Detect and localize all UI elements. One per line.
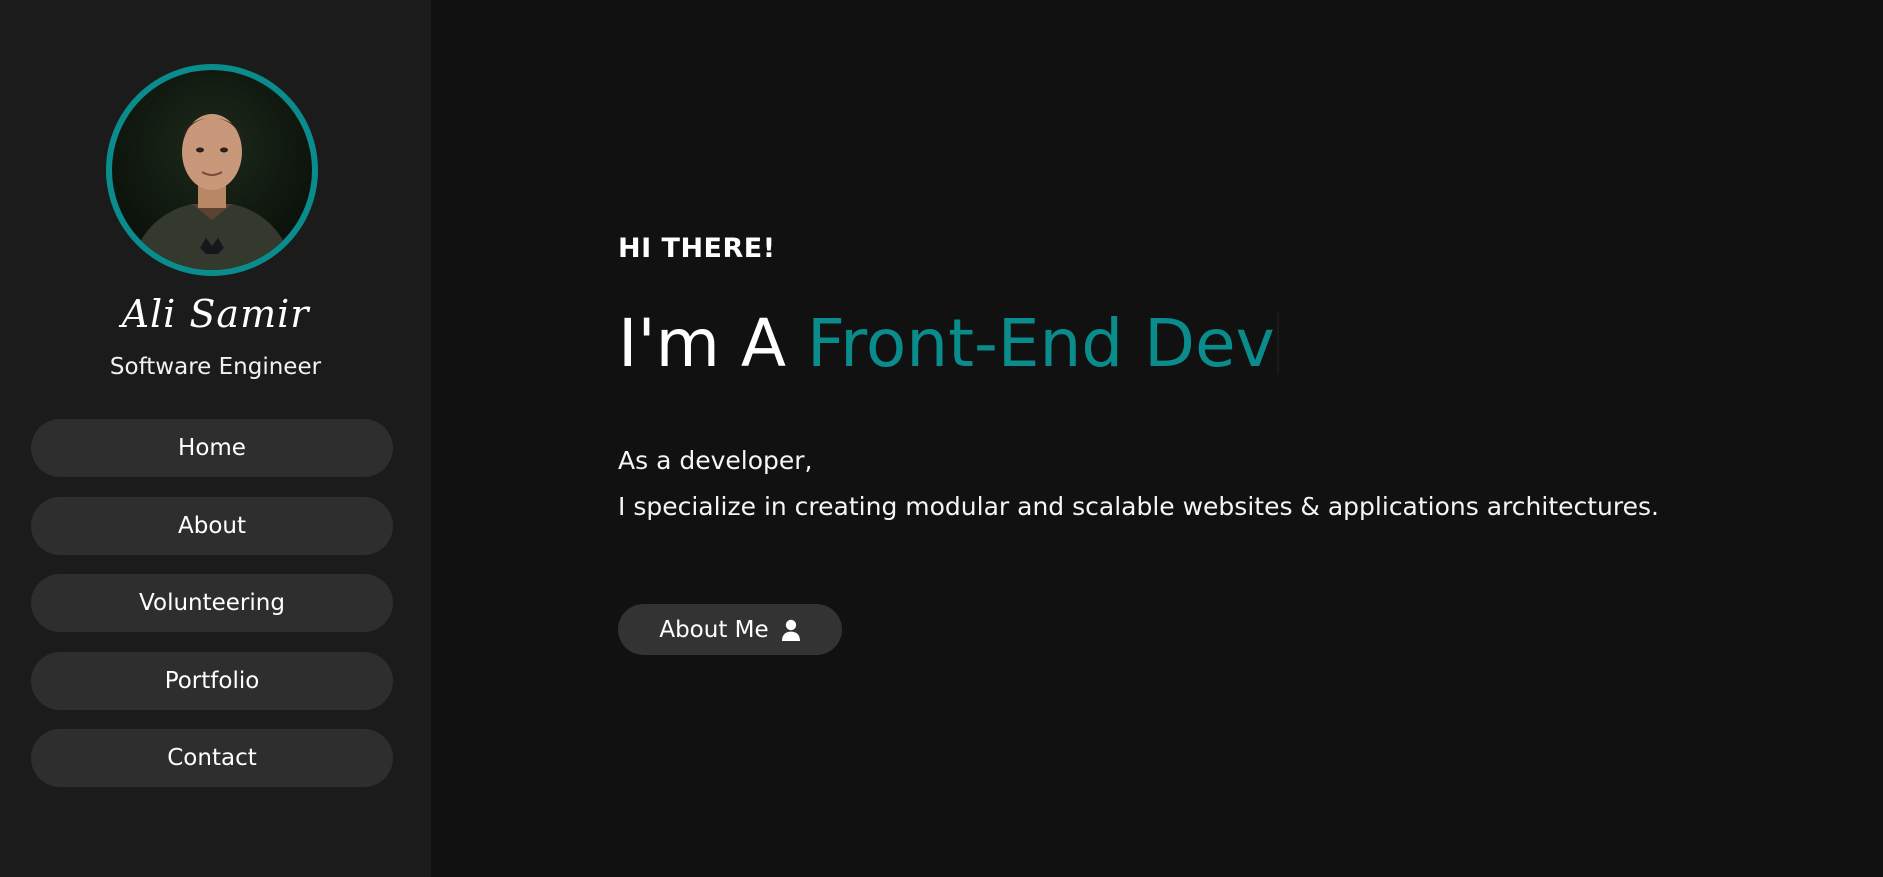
headline-highlight: Front-End Dev xyxy=(807,305,1275,382)
profile-role: Software Engineer xyxy=(109,354,322,380)
avatar xyxy=(106,64,318,276)
nav-volunteering-button[interactable]: Volunteering xyxy=(31,574,393,632)
page: Ali Samir Software Engineer Home About V… xyxy=(0,0,1883,877)
headline-prefix: I'm A xyxy=(618,305,787,382)
nav-home-button[interactable]: Home xyxy=(31,419,393,477)
description-line: I specialize in creating modular and sca… xyxy=(618,492,1659,521)
avatar-photo xyxy=(130,114,294,270)
hero-description: As a developer, I specialize in creating… xyxy=(618,438,1659,530)
sidebar: Ali Samir Software Engineer Home About V… xyxy=(0,0,431,877)
nav-about-button[interactable]: About xyxy=(31,496,393,555)
typing-cursor xyxy=(1276,312,1279,374)
profile-name: Ali Samir xyxy=(121,292,310,336)
about-me-label: About Me xyxy=(659,616,769,643)
nav-contact-button[interactable]: Contact xyxy=(31,729,393,787)
nav-portfolio-button[interactable]: Portfolio xyxy=(31,651,393,710)
description-line: As a developer, xyxy=(618,446,813,475)
hero-headline: I'm A Front-End Dev xyxy=(618,304,1279,384)
user-icon xyxy=(781,619,801,641)
about-me-button[interactable]: About Me xyxy=(618,604,842,655)
sidebar-nav: Home About Volunteering Portfolio Contac… xyxy=(31,419,393,807)
hero-greeting: HI THERE! xyxy=(618,233,776,264)
